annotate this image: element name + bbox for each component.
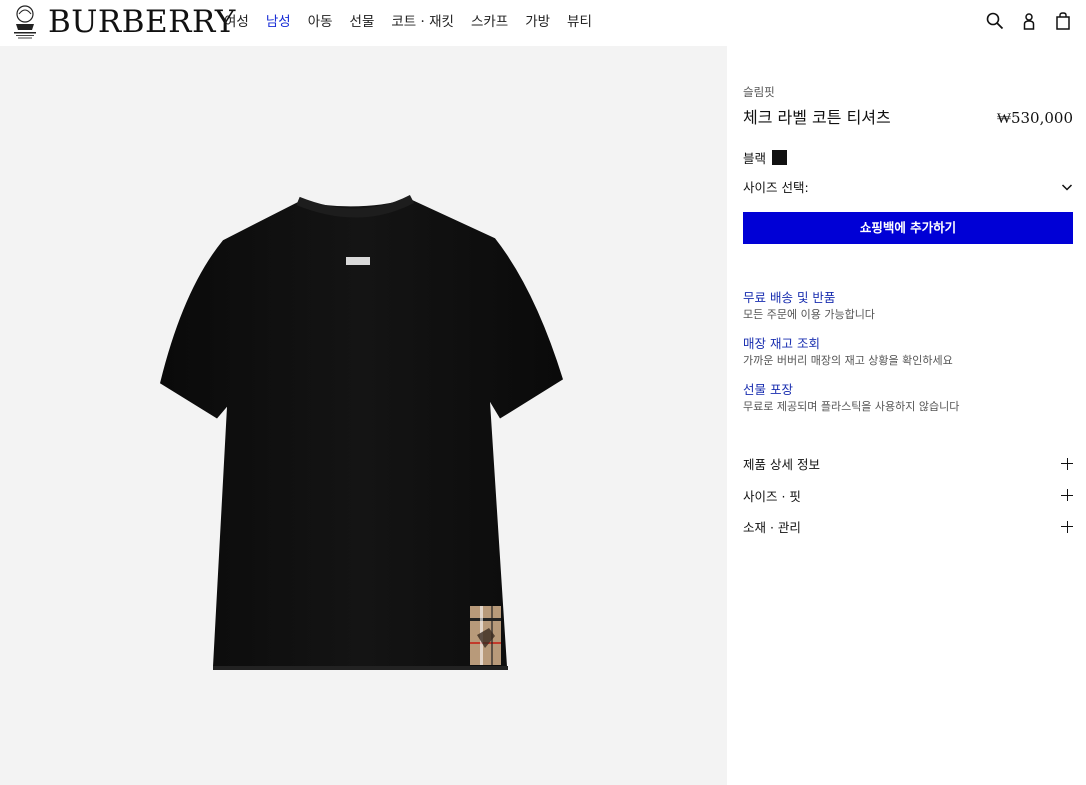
product-info-panel: 슬림핏 체크 라벨 코튼 티셔츠 ₩530,000 블랙 사이즈 선택: 쇼핑백… — [743, 84, 1073, 543]
accordion-label: 사이즈 · 핏 — [743, 488, 801, 504]
service-gift-wrap: 선물 포장 무료로 제공되며 플라스틱을 사용하지 않습니다 — [743, 382, 1073, 414]
chevron-down-icon — [1061, 183, 1073, 191]
product-image-gallery[interactable] — [0, 46, 727, 785]
service-description: 무료로 제공되며 플라스틱을 사용하지 않습니다 — [743, 400, 960, 413]
service-list: 무료 배송 및 반품 모든 주문에 이용 가능합니다 매장 재고 조회 가까운 … — [743, 290, 1073, 414]
shopping-bag-icon[interactable] — [1054, 12, 1072, 30]
fit-label: 슬림핏 — [743, 85, 775, 99]
nav-item-beauty[interactable]: 뷰티 — [567, 13, 592, 31]
search-icon[interactable] — [986, 12, 1004, 30]
main-nav: 여성 남성 아동 선물 코트 · 재킷 스카프 가방 뷰티 — [224, 13, 609, 31]
burberry-wordmark[interactable]: BURBERRY — [48, 2, 236, 42]
product-detail-accordions: 제품 상세 정보 사이즈 · 핏 소재 · 관리 — [743, 448, 1073, 543]
burberry-crest-logo[interactable] — [10, 4, 40, 42]
color-name: 블랙 — [743, 151, 767, 166]
service-description: 가까운 버버리 매장의 재고 상황을 확인하세요 — [743, 354, 953, 367]
size-select-dropdown[interactable]: 사이즈 선택: — [743, 177, 1073, 196]
accordion-size-fit[interactable]: 사이즈 · 핏 — [743, 480, 1073, 512]
nav-item-women[interactable]: 여성 — [224, 13, 249, 31]
nav-item-children[interactable]: 아동 — [308, 13, 333, 31]
add-to-bag-button[interactable]: 쇼핑백에 추가하기 — [743, 212, 1073, 244]
size-select-label: 사이즈 선택: — [743, 180, 809, 195]
plus-icon — [1061, 520, 1073, 533]
service-title-link[interactable]: 매장 재고 조회 — [743, 336, 1073, 352]
service-title-link[interactable]: 무료 배송 및 반품 — [743, 290, 1073, 306]
nav-item-men[interactable]: 남성 — [266, 13, 291, 31]
service-free-shipping: 무료 배송 및 반품 모든 주문에 이용 가능합니다 — [743, 290, 1073, 322]
color-swatch[interactable] — [772, 150, 788, 165]
accordion-label: 제품 상세 정보 — [743, 457, 820, 473]
header-actions — [986, 12, 1072, 30]
product-price: ₩530,000 — [996, 109, 1073, 127]
title-row: 체크 라벨 코튼 티셔츠 ₩530,000 — [743, 104, 1073, 128]
product-image-tshirt[interactable] — [155, 180, 570, 670]
service-title-link[interactable]: 선물 포장 — [743, 382, 1073, 398]
accordion-material-care[interactable]: 소재 · 관리 — [743, 511, 1073, 543]
site-header: BURBERRY 여성 남성 아동 선물 코트 · 재킷 스카프 가방 뷰티 — [0, 0, 1086, 46]
nav-item-coats-jackets[interactable]: 코트 · 재킷 — [391, 13, 454, 31]
nav-item-gifts[interactable]: 선물 — [350, 13, 375, 31]
accordion-product-details[interactable]: 제품 상세 정보 — [743, 448, 1073, 480]
color-selector[interactable]: 블랙 — [743, 148, 1073, 167]
nav-item-bags[interactable]: 가방 — [525, 13, 550, 31]
product-title: 체크 라벨 코튼 티셔츠 — [743, 108, 891, 127]
account-icon[interactable] — [1020, 12, 1038, 30]
plus-icon — [1061, 489, 1073, 502]
nav-item-scarves[interactable]: 스카프 — [471, 13, 508, 31]
service-description: 모든 주문에 이용 가능합니다 — [743, 308, 875, 321]
plus-icon — [1061, 457, 1073, 470]
service-store-stock: 매장 재고 조회 가까운 버버리 매장의 재고 상황을 확인하세요 — [743, 336, 1073, 368]
accordion-label: 소재 · 관리 — [743, 520, 801, 536]
